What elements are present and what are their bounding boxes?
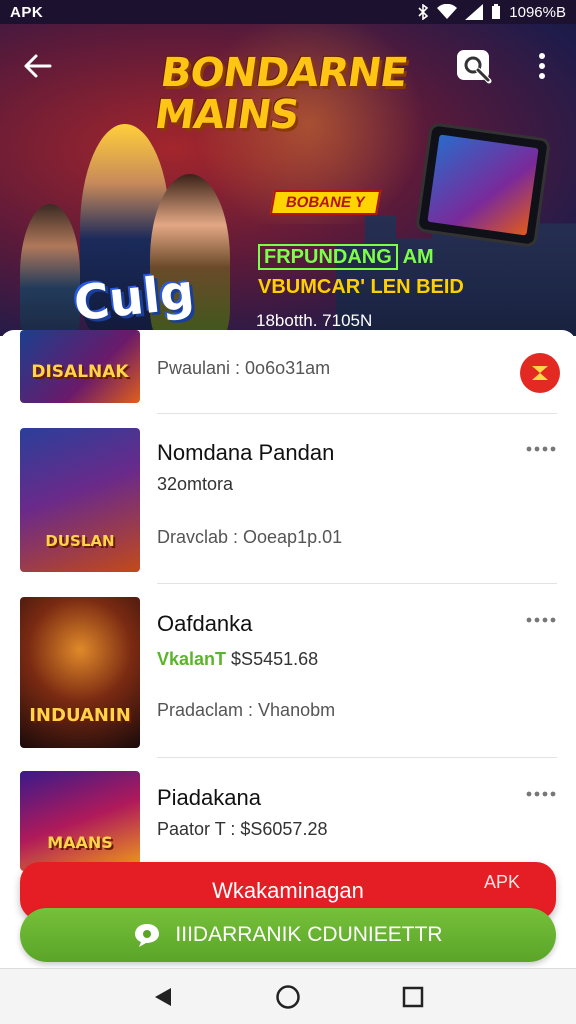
- hero-character-left: [20, 204, 80, 336]
- square-recents-icon: [403, 986, 424, 1007]
- item-more-button[interactable]: [525, 613, 557, 627]
- battery-text: 1096%B: [509, 3, 566, 21]
- item-detail: Pwaulani : 0o6o31am: [157, 358, 331, 378]
- secondary-action-button[interactable]: IIIDARRANIK CDUNIEETTR: [20, 908, 556, 962]
- list-item-partial[interactable]: DISALNAK Pwaulani : 0o6o31am: [0, 330, 576, 415]
- system-nav-bar: [0, 968, 576, 1024]
- hero-tag-boxed: FRPUNDANG: [258, 244, 398, 270]
- battery-icon: [491, 4, 501, 20]
- search-button[interactable]: [455, 46, 497, 88]
- apk-badge: APK: [483, 872, 520, 892]
- item-name: Piadakana: [157, 785, 261, 810]
- triangle-back-icon: [154, 987, 171, 1006]
- hero-title: BONDARNE MAINS: [151, 50, 410, 138]
- back-button[interactable]: [20, 48, 56, 84]
- wifi-icon: [437, 4, 458, 20]
- hourglass-icon: [532, 366, 548, 380]
- circle-home-icon: [276, 984, 300, 1009]
- item-price-value: $S5451.68: [231, 649, 319, 669]
- item-detail: Dravclab : Ooeap1p.01: [157, 527, 343, 547]
- item-more-button[interactable]: [525, 787, 557, 801]
- item-price-line: VkalanT $S5451.68: [157, 649, 318, 670]
- item-thumbnail-label: DUSLAN: [45, 532, 115, 550]
- item-thumbnail-label: DISALNAK: [31, 362, 129, 382]
- hero-tag-rest: AM: [402, 246, 434, 268]
- hero-banner: BONDARNE MAINS BOBANE Y FRPUNDANG AM VBU…: [0, 24, 576, 336]
- nav-home-button[interactable]: [268, 977, 308, 1017]
- bluetooth-icon: [417, 4, 429, 20]
- list-item[interactable]: INDUANIN Oafdanka VkalanT $S5451.68 Prad…: [0, 597, 576, 752]
- more-horizontal-icon: [526, 446, 556, 452]
- item-name: Oafdanka: [157, 611, 253, 636]
- signal-icon: [465, 4, 484, 20]
- hero-badge: BOBANE Y: [269, 190, 382, 215]
- item-subtitle: 32omtora: [157, 474, 234, 494]
- primary-download-label: Wkakaminagan: [212, 878, 364, 903]
- overflow-menu-button[interactable]: [530, 46, 554, 86]
- item-thumbnail: INDUANIN: [20, 597, 140, 748]
- list-item[interactable]: DUSLAN Nomdana Pandan 32omtora Dravclab …: [0, 428, 576, 578]
- arrow-left-icon: [24, 54, 52, 78]
- item-thumbnail: DISALNAK: [20, 330, 140, 403]
- secondary-action-label: IIIDARRANIK CDUNIEETTR: [175, 923, 443, 946]
- item-name: Nomdana Pandan: [157, 440, 335, 465]
- list-item[interactable]: MAANS Piadakana Paator T : $S6057.28: [0, 771, 576, 871]
- item-price-line: Paator T : $S6057.28: [157, 819, 328, 839]
- item-detail: Pradaclam : Vhanobm: [157, 700, 336, 720]
- item-thumbnail-label: INDUANIN: [29, 705, 131, 726]
- divider: [157, 757, 557, 758]
- chat-bubble-icon: [135, 924, 160, 947]
- more-vertical-icon: [539, 53, 545, 79]
- hero-subtitle: VBUMCAR' LEN BEID: [258, 276, 464, 298]
- item-more-button[interactable]: [525, 442, 557, 456]
- status-app-label: APK: [10, 3, 44, 21]
- nav-recents-button[interactable]: [393, 977, 433, 1017]
- divider: [157, 413, 557, 414]
- more-horizontal-icon: [526, 791, 556, 797]
- tablet-screen: [427, 134, 539, 236]
- item-price-label: VkalanT: [157, 649, 227, 669]
- search-icon: [457, 50, 492, 84]
- hero-stats: 18botth. 7105N: [256, 311, 373, 330]
- hourglass-button[interactable]: [520, 353, 560, 393]
- item-thumbnail-label: MAANS: [47, 833, 113, 852]
- more-horizontal-icon: [526, 617, 556, 623]
- divider: [157, 583, 557, 584]
- nav-back-button[interactable]: [143, 977, 183, 1017]
- status-bar: APK 1096%B: [0, 0, 576, 24]
- tablet-image: [414, 122, 552, 248]
- item-thumbnail: DUSLAN: [20, 428, 140, 572]
- status-icons: 1096%B: [417, 4, 566, 21]
- item-thumbnail: MAANS: [20, 771, 140, 871]
- hero-tag: FRPUNDANG AM: [258, 244, 434, 270]
